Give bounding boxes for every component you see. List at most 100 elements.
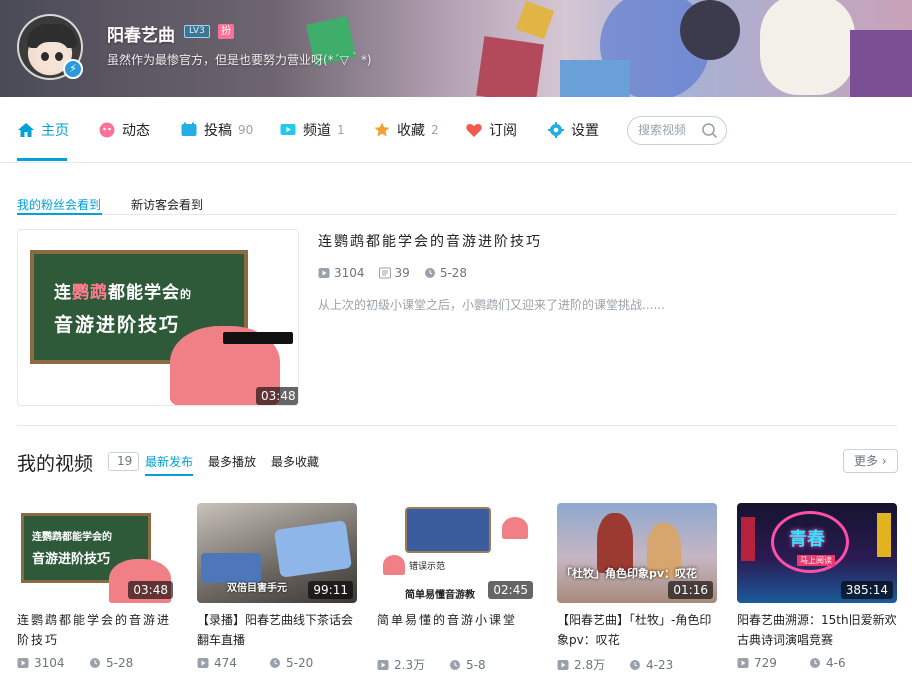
- featured-video-title[interactable]: 连鹦鹉都能学会的音游进阶技巧: [318, 231, 542, 251]
- profile-banner: [0, 0, 912, 97]
- search-box[interactable]: [627, 116, 727, 145]
- profile-navbar: 主页 动态 投稿 90 频道 1 收藏 2 订阅 设置: [0, 97, 912, 163]
- avatar-eye: [41, 52, 49, 61]
- video-card[interactable]: 连鹦鹉都能学会的 音游进阶技巧 03:48 连鹦鹉都能学会的音游进阶技巧 310…: [17, 503, 177, 670]
- publish-date: 5-28: [424, 266, 467, 280]
- avatar-eye: [55, 52, 63, 61]
- video-thumbnail[interactable]: 连鹦鹉都能学会的 音游进阶技巧 03:48: [17, 503, 177, 603]
- publish-date: 5-8: [449, 658, 521, 672]
- tab-channel[interactable]: 频道 1: [279, 97, 345, 163]
- search-input[interactable]: [638, 123, 700, 137]
- tab-home[interactable]: 主页: [17, 97, 69, 163]
- featured-video-thumbnail[interactable]: 连鹦鹉都能学会的 音游进阶技巧 03:48: [17, 229, 299, 406]
- clock-icon: [270, 658, 280, 668]
- tab-most-played[interactable]: 最多播放: [208, 453, 256, 470]
- tab-channel-label: 频道: [303, 123, 331, 139]
- tab-settings-label: 设置: [571, 123, 599, 139]
- section-title: 我的视频: [17, 453, 94, 475]
- tab-subscribe-label: 订阅: [489, 123, 517, 139]
- play-icon: [377, 659, 389, 670]
- video-duration: 385:14: [840, 581, 893, 599]
- tab-home-label: 主页: [41, 123, 69, 139]
- video-count-badge: 19: [108, 452, 140, 471]
- gift-box-decoration: [560, 60, 630, 97]
- tab-submit[interactable]: 投稿 90: [180, 97, 253, 163]
- video-duration: 03:48: [128, 581, 173, 599]
- star-icon: [374, 122, 390, 137]
- active-tab-underline: [17, 158, 67, 161]
- video-thumbnail[interactable]: 错误示范 简单易懂音游教 02:45: [377, 503, 537, 603]
- tab-favorite[interactable]: 收藏 2: [373, 97, 439, 163]
- play-count: 474: [197, 656, 269, 670]
- play-icon: [197, 658, 209, 668]
- featured-video-stats: 3104 39 5-28: [318, 266, 481, 280]
- parrot-art: [502, 517, 528, 539]
- video-duration: 99:11: [308, 581, 353, 599]
- thumb-text-line1: 连鹦鹉都能学会的: [54, 283, 192, 303]
- play-icon: [557, 659, 569, 670]
- submit-count: 90: [238, 123, 254, 137]
- tab-subscribe[interactable]: 订阅: [465, 97, 517, 163]
- thumb-text-line2: 音游进阶技巧: [54, 314, 181, 336]
- tablet-art: [405, 507, 491, 553]
- tab-favorite-label: 收藏: [397, 123, 425, 139]
- play-icon: [737, 658, 749, 668]
- video-card[interactable]: 双倍目害手元 99:11 【录播】阳春艺曲线下茶话会翻车直播 474 5-20: [197, 503, 357, 670]
- tab-latest[interactable]: 最新发布: [145, 453, 193, 470]
- play-icon: [17, 658, 29, 668]
- tab-submit-label: 投稿: [204, 123, 232, 139]
- gift-box-decoration: [850, 30, 912, 97]
- more-button[interactable]: 更多 ›: [843, 449, 898, 473]
- featured-video-desc: 从上次的初级小课堂之后，小鹦鹉们又迎来了进阶的课堂挑战......: [318, 298, 665, 312]
- video-stats: 3104 5-28: [17, 656, 177, 670]
- tablet-art: [274, 520, 352, 578]
- video-duration: 01:16: [668, 581, 713, 599]
- play-count: 2.8万: [557, 656, 629, 673]
- play-count: 3104: [17, 656, 89, 670]
- clock-icon: [630, 659, 640, 670]
- publish-date: 5-28: [89, 656, 161, 670]
- video-title[interactable]: 简单易懂的音游小课堂: [377, 610, 537, 650]
- parrot-art: [383, 555, 405, 575]
- gift-box-decoration: [515, 0, 555, 40]
- plush-toy-art: [680, 0, 740, 60]
- video-card[interactable]: 错误示范 简单易懂音游教 02:45 简单易懂的音游小课堂 2.3万 5-8: [377, 503, 537, 673]
- tab-dynamic-label: 动态: [122, 123, 150, 139]
- tab-dynamic[interactable]: 动态: [98, 97, 150, 163]
- video-duration: 02:45: [488, 581, 533, 599]
- video-thumbnail[interactable]: 「杜牧」角色印象pv：叹花 01:16: [557, 503, 717, 603]
- channel-icon: [280, 124, 296, 135]
- tab-most-favorited[interactable]: 最多收藏: [271, 453, 319, 470]
- video-stats: 474 5-20: [197, 656, 357, 670]
- video-title[interactable]: 连鹦鹉都能学会的音游进阶技巧: [17, 610, 177, 650]
- lantern-art: [741, 517, 755, 561]
- chevron-right-icon: ›: [881, 454, 887, 468]
- tab-fans-see[interactable]: 我的粉丝会看到: [17, 196, 101, 213]
- tab-visitor-see[interactable]: 新访客会看到: [131, 196, 203, 213]
- publish-date: 4-23: [629, 658, 701, 672]
- active-tab-underline: [145, 474, 193, 476]
- fans-badge: 扮: [218, 24, 234, 39]
- search-icon[interactable]: [701, 122, 718, 139]
- play-count: 729: [737, 656, 809, 670]
- clock-icon: [424, 268, 435, 278]
- video-title[interactable]: 【阳春艺曲】「杜牧」-角色印象pv：叹花: [557, 610, 717, 650]
- sunglasses-art: [223, 332, 293, 344]
- video-card[interactable]: 青春 马上阅读 385:14 阳春艺曲溯源：15th旧爱新欢古典诗词演唱竞赛 7…: [737, 503, 897, 670]
- heart-icon: [466, 123, 482, 137]
- video-title[interactable]: 【录播】阳春艺曲线下茶话会翻车直播: [197, 610, 357, 650]
- active-tab-underline: [17, 213, 102, 215]
- video-stats: 2.8万 4-23: [557, 656, 717, 673]
- video-thumbnail[interactable]: 双倍目害手元 99:11: [197, 503, 357, 603]
- video-thumbnail[interactable]: 青春 马上阅读 385:14: [737, 503, 897, 603]
- channel-count: 1: [337, 123, 345, 137]
- publish-date: 5-20: [269, 656, 341, 670]
- profile-name: 阳春艺曲: [107, 26, 175, 46]
- clock-icon: [810, 658, 820, 668]
- video-card[interactable]: 「杜牧」角色印象pv：叹花 01:16 【阳春艺曲】「杜牧」-角色印象pv：叹花…: [557, 503, 717, 673]
- gift-box-decoration: [476, 36, 544, 97]
- divider: [17, 214, 897, 215]
- video-title[interactable]: 阳春艺曲溯源：15th旧爱新欢古典诗词演唱竞赛: [737, 610, 897, 650]
- tab-settings[interactable]: 设置: [547, 97, 599, 163]
- divider: [17, 425, 897, 426]
